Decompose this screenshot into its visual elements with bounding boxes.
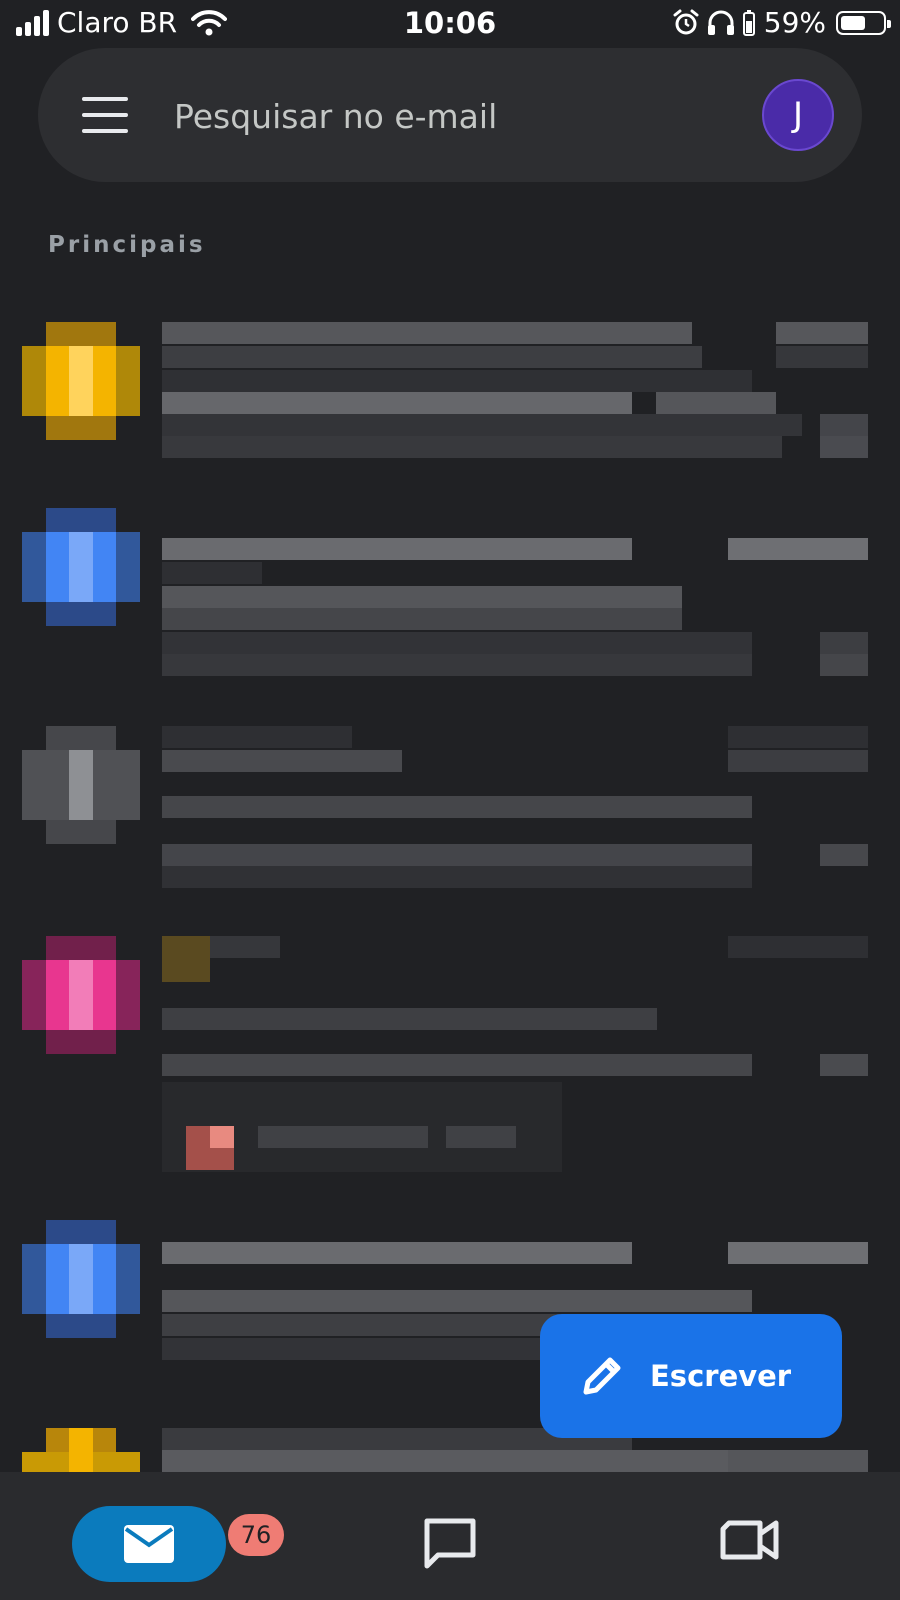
email-row[interactable]: [0, 726, 900, 896]
meet-icon: [720, 1520, 779, 1560]
compose-button[interactable]: Escrever: [540, 1314, 842, 1438]
nav-meet-tab[interactable]: [720, 1518, 780, 1566]
search-input[interactable]: [172, 88, 736, 144]
email-row[interactable]: [0, 508, 900, 688]
sender-avatar: [22, 936, 140, 1054]
sender-avatar: [22, 322, 140, 440]
nav-chat-tab[interactable]: [422, 1516, 478, 1576]
headphones-icon: [707, 10, 734, 35]
chat-icon: [424, 1518, 476, 1569]
status-bar: Claro BR 10:06 59%: [0, 0, 900, 48]
mail-icon: [124, 1525, 174, 1563]
compose-label: Escrever: [650, 1359, 792, 1393]
email-row[interactable]: [0, 936, 900, 1206]
menu-icon[interactable]: [82, 97, 128, 133]
section-label: Principais: [48, 232, 206, 258]
search-bar[interactable]: J: [38, 48, 862, 182]
sender-avatar: [22, 1220, 140, 1338]
sender-avatar: [22, 726, 140, 844]
battery-small-icon: [742, 9, 755, 36]
sender-avatar: [22, 1428, 140, 1472]
account-avatar[interactable]: J: [762, 79, 834, 151]
mail-badge: 76: [228, 1514, 284, 1556]
sender-avatar: [22, 508, 140, 626]
battery-percent: 59%: [763, 6, 826, 39]
alarm-icon: [673, 9, 699, 34]
battery-icon: [836, 10, 891, 35]
bottom-nav: 76: [0, 1472, 900, 1600]
pencil-icon: [583, 1357, 621, 1395]
email-row[interactable]: [0, 322, 900, 482]
status-right: 59%: [672, 6, 891, 39]
nav-mail-tab[interactable]: 76: [72, 1506, 284, 1582]
